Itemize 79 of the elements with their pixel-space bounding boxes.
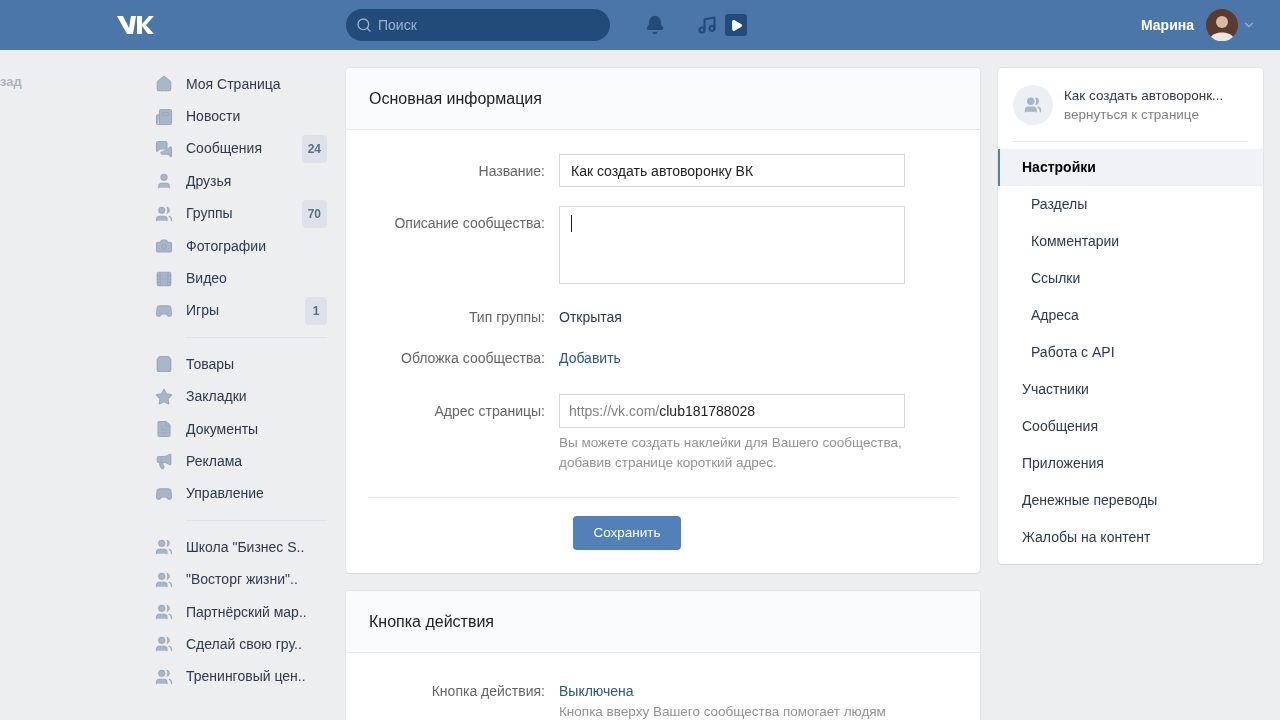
nav-link[interactable]: Сделай свою гру.. xyxy=(186,633,327,655)
camera-icon xyxy=(155,237,173,256)
people-icon xyxy=(155,635,173,654)
menu-item[interactable]: Сообщения xyxy=(998,408,1263,445)
menu-item[interactable]: Ссылки xyxy=(998,260,1263,297)
chat-bubbles-icon xyxy=(155,139,173,158)
card-title: Основная информация xyxy=(369,88,542,109)
value-link[interactable]: Выключена xyxy=(559,681,945,701)
nav-link[interactable]: Закладки xyxy=(186,386,327,408)
search-icon xyxy=(356,17,372,33)
field-label: Тип группы: xyxy=(468,309,545,325)
description-field[interactable] xyxy=(559,206,905,284)
home-icon xyxy=(155,75,173,94)
bell-icon[interactable] xyxy=(645,15,665,35)
person-icon xyxy=(155,172,173,191)
nav-link[interactable]: Тренинговый цен.. xyxy=(186,666,327,688)
search-field[interactable]: Поиск xyxy=(346,9,610,41)
field-label: Адрес страницы: xyxy=(434,403,545,419)
nav-link[interactable]: Документы xyxy=(186,418,327,440)
counter: 70 xyxy=(301,199,327,228)
people-icon xyxy=(155,603,173,622)
address-field[interactable]: https://vk.com/club181788028 xyxy=(559,394,905,428)
menu-item[interactable]: Адреса xyxy=(998,297,1263,334)
address-value: club181788028 xyxy=(659,401,755,421)
field-label: Обложка сообщества: xyxy=(401,350,545,366)
counter: 24 xyxy=(301,134,327,163)
people-icon xyxy=(155,570,173,589)
nav-link[interactable]: Новости xyxy=(186,106,327,128)
user-name[interactable]: Марина xyxy=(1140,14,1194,36)
menu-item[interactable]: Разделы xyxy=(998,186,1263,223)
menu-item[interactable]: Настройки xyxy=(998,149,1263,186)
field-label: Кнопка действия: xyxy=(431,683,545,699)
document-icon xyxy=(155,420,173,439)
nav-link[interactable]: Товары xyxy=(186,353,327,375)
menu-item[interactable]: Комментарии xyxy=(998,223,1263,260)
nav-link[interactable]: "Восторг жизни".. xyxy=(186,569,327,591)
nav-link[interactable]: Фотографии xyxy=(186,235,327,257)
avatar[interactable] xyxy=(1206,9,1238,41)
music-note-icon[interactable] xyxy=(697,15,717,35)
nav-link[interactable]: Игры xyxy=(186,300,305,322)
hint-text: Вы можете создать наклейки для Вашего сообщества, добавив странице короткий адрес. xyxy=(559,434,903,472)
menu-item[interactable]: Денежные переводы xyxy=(998,482,1263,519)
play-icon[interactable] xyxy=(725,14,747,36)
text-cursor xyxy=(571,215,572,232)
logo-icon xyxy=(117,14,155,36)
newspaper-icon xyxy=(155,107,173,126)
address-prefix: https://vk.com/ xyxy=(569,401,660,421)
field-label: Название: xyxy=(478,163,545,179)
name-field[interactable]: Как создать автоворонку ВК xyxy=(559,154,905,187)
nav-link[interactable]: Друзья xyxy=(186,170,327,192)
menu-item[interactable]: Жалобы на контент xyxy=(998,519,1263,556)
menu-item[interactable]: Работа с API xyxy=(998,334,1263,371)
nav-link[interactable]: Школа "Бизнес S.. xyxy=(186,536,327,558)
nav-link[interactable]: Реклама xyxy=(186,451,327,472)
nav-link[interactable]: Управление xyxy=(186,483,327,505)
nav-link[interactable]: Сообщения xyxy=(186,138,302,160)
nav-link[interactable]: Моя Страница xyxy=(186,73,327,95)
community-name[interactable]: Как создать автоворонк... xyxy=(1064,86,1224,105)
star-icon xyxy=(155,387,173,406)
hint-text: Кнопка вверху Вашего сообщества помогает людям xyxy=(559,703,887,720)
people-icon xyxy=(155,667,173,686)
field-label: Описание сообщества: xyxy=(394,215,545,231)
nav-link[interactable]: Видео xyxy=(186,268,327,290)
nav-link[interactable]: Группы xyxy=(186,203,302,225)
save-button[interactable]: Сохранить xyxy=(573,516,681,550)
card-title: Кнопка действия xyxy=(369,611,494,632)
menu-item[interactable]: Участники xyxy=(998,371,1263,408)
community-avatar[interactable] xyxy=(1013,85,1053,125)
people-icon xyxy=(1024,96,1042,114)
megaphone-icon xyxy=(155,452,173,471)
people-icon xyxy=(155,204,173,223)
nav-link[interactable]: Партнёрский мар.. xyxy=(186,601,327,623)
people-icon xyxy=(155,538,173,557)
menu-item[interactable]: Приложения xyxy=(998,445,1263,482)
value-link[interactable]: Добавить xyxy=(559,348,621,368)
film-icon xyxy=(155,269,173,288)
group-type-value: Открытая xyxy=(559,308,622,327)
counter: 1 xyxy=(305,296,327,325)
back-to-page-link[interactable]: вернуться к странице xyxy=(1064,105,1224,124)
